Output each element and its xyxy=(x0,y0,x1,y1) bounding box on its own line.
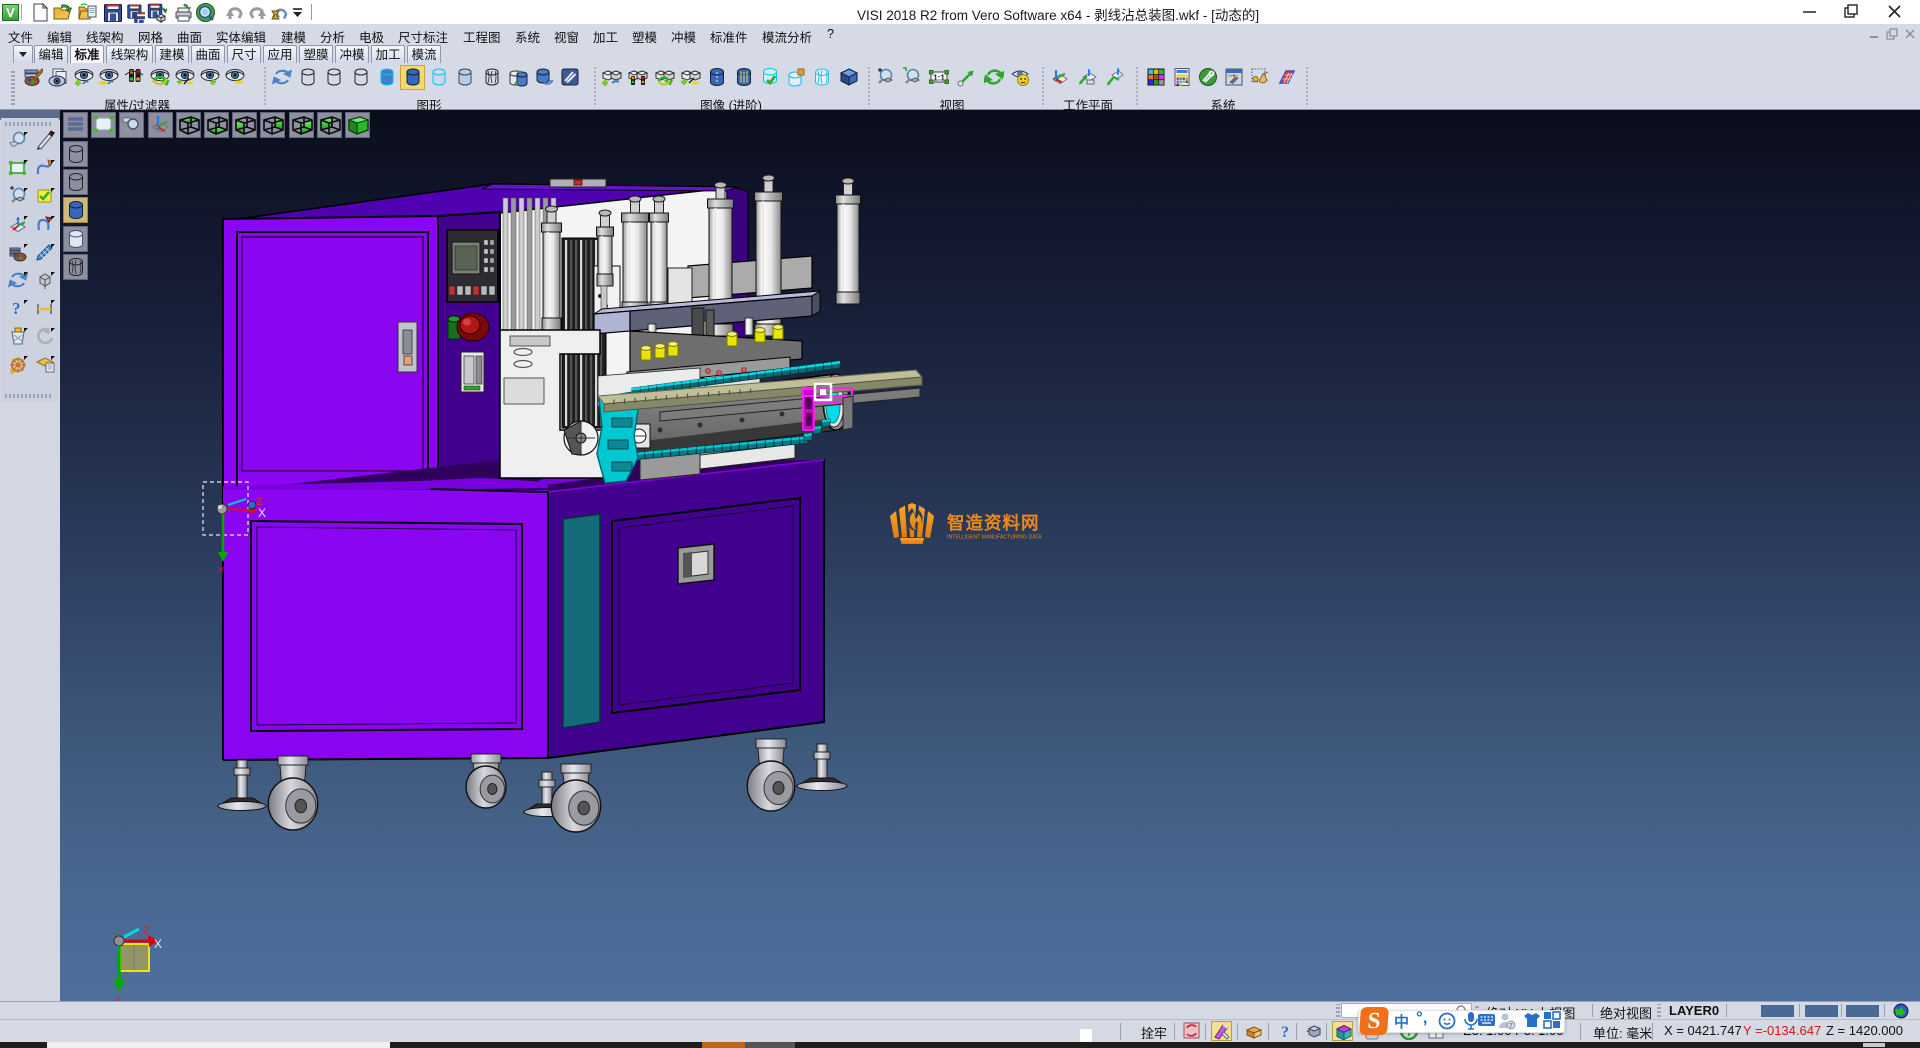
svg-text:智造资料网: 智造资料网 xyxy=(947,513,1040,533)
svg-text:?: ? xyxy=(1281,1024,1289,1040)
svg-text:v: v xyxy=(115,994,120,1001)
svg-text:1:1: 1:1 xyxy=(934,74,946,83)
svg-text:7: 7 xyxy=(1509,1023,1513,1030)
svg-text:X: X xyxy=(258,506,266,520)
svg-text:v: v xyxy=(219,564,224,575)
svg-text:INTELLIGENT MANUFACTURING DATA: INTELLIGENT MANUFACTURING DATA xyxy=(947,535,1042,541)
svg-text:X: X xyxy=(154,937,162,951)
svg-text:?: ? xyxy=(12,299,21,318)
svg-text:Z: Z xyxy=(143,925,150,937)
